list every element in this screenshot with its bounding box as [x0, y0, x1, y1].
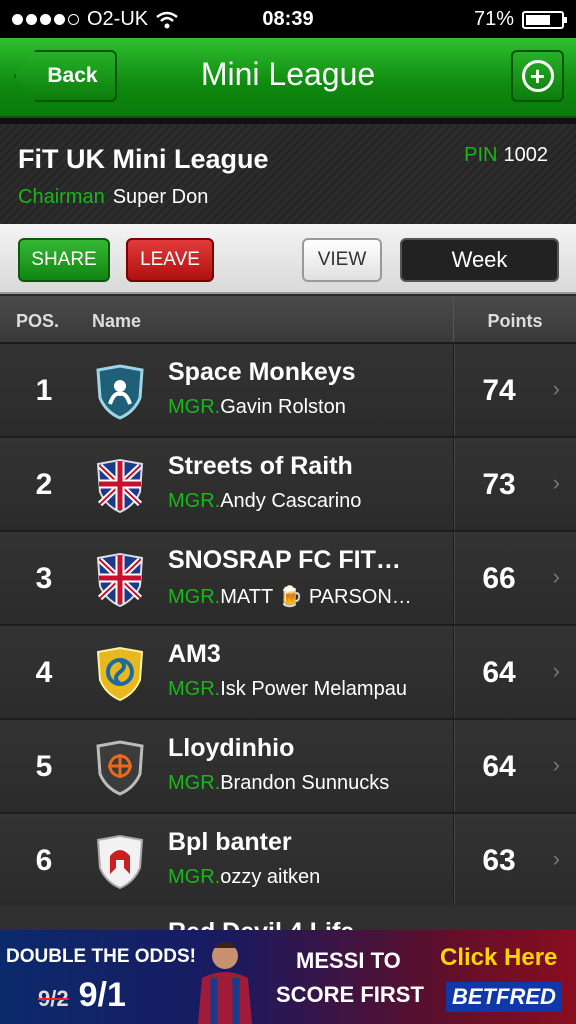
- page-title: Mini League: [200, 56, 376, 92]
- manager-name: Andy Cascarino: [220, 490, 362, 512]
- row-position: 1: [35, 374, 53, 407]
- battery-icon: [522, 10, 567, 29]
- chevron-right-icon: ›: [552, 470, 560, 495]
- manager-label: MGR.: [168, 396, 221, 418]
- manager-line: MGR.Gavin Rolston: [168, 396, 448, 419]
- pin-line: PIN 1002: [464, 144, 548, 167]
- union-jack-shield-icon: [96, 458, 144, 514]
- chevron-right-icon: ›: [552, 658, 560, 683]
- team-name: Red Devil 4 Life: [168, 918, 354, 930]
- player-image-icon: [198, 942, 252, 1024]
- row-position: 4: [35, 656, 53, 689]
- points-value: 63: [482, 844, 516, 877]
- row-position: 2: [35, 468, 53, 501]
- period-selector[interactable]: Week: [400, 238, 559, 282]
- league-title: FiT UK Mini League: [18, 144, 269, 174]
- table-row[interactable]: 3 SNOSRAP FC FIT… MGR.MATT 🍺 PARSON… 66 ›: [0, 532, 576, 626]
- ad-brand-logo: BETFRED: [446, 982, 562, 1012]
- manager-label: MGR.: [168, 490, 221, 512]
- share-button[interactable]: SHARE: [18, 238, 110, 282]
- points-value: 66: [482, 562, 516, 595]
- manager-name: MATT 🍺 PARSON…: [220, 586, 412, 608]
- points-value: 64: [482, 750, 516, 783]
- column-header-pos: POS.: [16, 311, 60, 331]
- ad-banner[interactable]: DOUBLE THE ODDS! 9/2 9/1 MESSI TO SCORE F…: [0, 930, 576, 1024]
- column-header-points: Points: [453, 296, 576, 342]
- manager-label: MGR.: [168, 678, 221, 700]
- leave-button[interactable]: LEAVE: [126, 238, 214, 282]
- battery-group: 71%: [473, 8, 567, 31]
- points-cell: 64 ›: [453, 720, 576, 812]
- manager-name: Gavin Rolston: [220, 396, 346, 418]
- ad-odds: 9/2 9/1: [38, 976, 126, 1015]
- ad-cta[interactable]: Click Here: [440, 944, 557, 972]
- chevron-right-icon: ›: [552, 846, 560, 871]
- row-position: 5: [35, 750, 53, 783]
- manager-line: MGR.Brandon Sunnucks: [168, 772, 448, 795]
- ad-headline: DOUBLE THE ODDS!: [6, 946, 196, 967]
- manager-line: MGR.Isk Power Melampau: [168, 678, 448, 701]
- table-header: POS. Name Points: [0, 296, 576, 344]
- manager-line: MGR.Andy Cascarino: [168, 490, 448, 513]
- manager-label: MGR.: [168, 866, 221, 888]
- row-position: 3: [35, 562, 53, 595]
- manager-name: Isk Power Melampau: [220, 678, 407, 700]
- manager-line: MGR.ozzy aitken: [168, 866, 448, 889]
- manager-line: MGR.MATT 🍺 PARSON…: [168, 584, 448, 609]
- team-name: Bpl banter: [168, 828, 292, 856]
- monkey-shield-icon: [96, 364, 144, 420]
- chevron-right-icon: ›: [552, 376, 560, 401]
- points-cell: 73 ›: [453, 438, 576, 530]
- points-cell: 66 ›: [453, 532, 576, 624]
- manager-name: Brandon Sunnucks: [220, 772, 390, 794]
- points-value: 73: [482, 468, 516, 501]
- points-value: 64: [482, 656, 516, 689]
- battery-percent: 71%: [473, 8, 514, 30]
- spartan-shield-icon: [96, 834, 144, 890]
- points-cell: 74 ›: [453, 344, 576, 436]
- chevron-right-icon: ›: [552, 752, 560, 777]
- league-info-panel: FiT UK Mini League Chairman Super Don PIN…: [0, 118, 576, 224]
- union-jack-shield-icon: [96, 552, 144, 608]
- row-position: 6: [35, 844, 53, 877]
- points-value: 74: [482, 374, 516, 407]
- pin-value: 1002: [503, 144, 549, 166]
- navigation-bar: Back Mini League +: [0, 38, 576, 118]
- team-name: AM3: [168, 640, 221, 668]
- standings-list: 1 Space Monkeys MGR.Gavin Rolston 74 › 2 …: [0, 344, 576, 908]
- table-row[interactable]: 1 Space Monkeys MGR.Gavin Rolston 74 ›: [0, 344, 576, 438]
- chairman-line: Chairman Super Don: [18, 186, 208, 209]
- table-row[interactable]: 4 AM3 MGR.Isk Power Melampau 64 ›: [0, 626, 576, 720]
- view-button[interactable]: VIEW: [302, 238, 382, 282]
- chairman-label: Chairman: [18, 186, 105, 208]
- table-row[interactable]: 6 Bpl banter MGR.ozzy aitken 63 ›: [0, 814, 576, 908]
- action-toolbar: SHARE LEAVE VIEW Week: [0, 224, 576, 294]
- table-row-partial[interactable]: Red Devil 4 Life: [0, 906, 576, 930]
- manager-label: MGR.: [168, 586, 221, 608]
- column-header-name: Name: [92, 311, 142, 331]
- ad-old-odds: 9/2: [38, 986, 69, 1011]
- team-name: Streets of Raith: [168, 452, 353, 480]
- table-row[interactable]: 5 Lloydinhio MGR.Brandon Sunnucks 64 ›: [0, 720, 576, 814]
- add-button[interactable]: +: [511, 50, 564, 102]
- chairman-name: Super Don: [112, 186, 209, 208]
- manager-label: MGR.: [168, 772, 221, 794]
- ad-line-2: SCORE FIRST: [276, 982, 424, 1007]
- team-name: Lloydinhio: [168, 734, 295, 762]
- team-name: SNOSRAP FC FIT…: [168, 546, 401, 574]
- team-name: Space Monkeys: [168, 358, 356, 386]
- points-cell: 64 ›: [453, 626, 576, 718]
- points-cell: 63 ›: [453, 814, 576, 906]
- cross-shield-icon: [96, 740, 144, 796]
- manager-name: ozzy aitken: [220, 866, 321, 888]
- ad-new-odds: 9/1: [78, 976, 126, 1014]
- plus-icon: +: [521, 60, 554, 92]
- swirl-shield-icon: [96, 646, 144, 702]
- status-bar: O2-UK 08:39 71%: [0, 0, 576, 38]
- chevron-right-icon: ›: [552, 564, 560, 589]
- pin-label: PIN: [464, 144, 498, 166]
- ad-line-1: MESSI TO: [296, 948, 401, 973]
- table-row[interactable]: 2 Streets of Raith MGR.Andy Cascarino 73…: [0, 438, 576, 532]
